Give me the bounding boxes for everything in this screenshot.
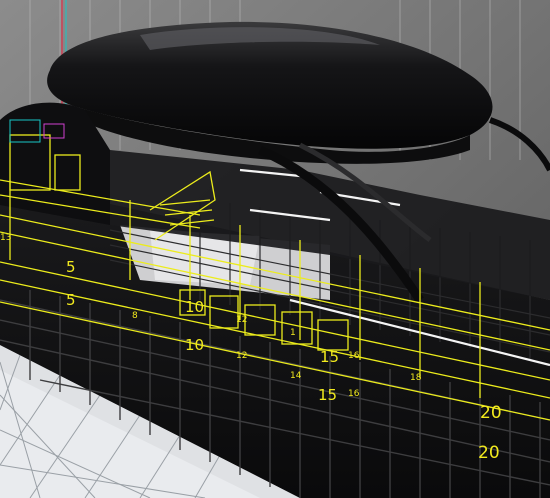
frame-label: 16 <box>348 389 360 399</box>
frame-label: 20 <box>480 403 502 423</box>
frame-label: 13 <box>0 233 11 243</box>
cad-3d-viewport[interactable]: 5 5 10 10 15 15 20 20 12 12 16 16 18 14 … <box>0 0 550 498</box>
frame-label: 10 <box>185 298 204 316</box>
frame-label: 8 <box>132 311 138 321</box>
frame-label: 1 <box>290 328 296 338</box>
frame-label: 10 <box>185 336 204 354</box>
frame-label: 20 <box>478 443 500 463</box>
frame-label: 14 <box>290 371 302 381</box>
frame-label: 18 <box>410 373 422 383</box>
frame-label: 15 <box>320 348 339 366</box>
frame-label: 12 <box>236 315 247 325</box>
frame-label: 12 <box>236 351 247 361</box>
frame-label: 5 <box>66 291 76 309</box>
frame-label: 5 <box>66 258 76 276</box>
yacht-model-scene[interactable]: 5 5 10 10 15 15 20 20 12 12 16 16 18 14 … <box>0 0 550 498</box>
frame-label: 16 <box>348 351 360 361</box>
frame-label: 15 <box>318 386 337 404</box>
